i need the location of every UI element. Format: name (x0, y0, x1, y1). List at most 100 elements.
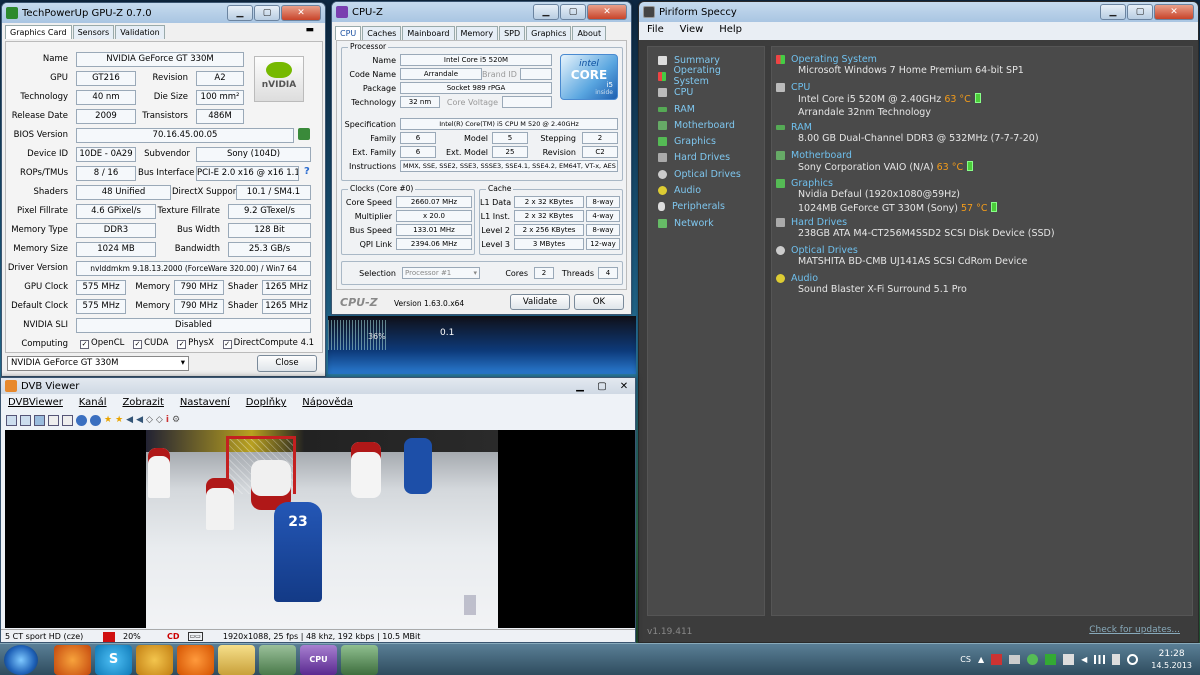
tray-volume-icon[interactable]: ◀ (1081, 655, 1087, 664)
back-icon[interactable] (76, 414, 87, 426)
favorite-add-icon[interactable]: ★ (115, 415, 123, 425)
menu-dvbviewer[interactable]: DVBViewer (8, 397, 63, 408)
physx-checkbox[interactable]: ✓ (177, 340, 187, 349)
opencl-checkbox[interactable]: ✓ (80, 340, 89, 349)
sidebar-item-network[interactable]: Network (658, 215, 754, 231)
tray-network-icon[interactable] (1094, 655, 1106, 664)
section-heading[interactable]: Audio (791, 273, 818, 284)
ok-button[interactable]: OK (574, 294, 624, 310)
minimize-button[interactable]: ▁ (1100, 4, 1126, 20)
sidebar-item-audio[interactable]: Audio (658, 182, 754, 198)
tray-shield-icon[interactable] (1063, 654, 1075, 665)
menu-zobrazit[interactable]: Zobrazit (122, 397, 164, 408)
section-heading[interactable]: Motherboard (791, 150, 852, 161)
menu-doplnky[interactable]: Doplňky (246, 397, 287, 408)
maximize-button[interactable]: ▢ (254, 5, 280, 21)
menu-help[interactable]: Help (719, 24, 742, 35)
sidebar-item-graphics[interactable]: Graphics (658, 133, 754, 149)
section-heading[interactable]: Operating System (791, 54, 877, 65)
gpuz-titlebar[interactable]: TechPowerUp GPU-Z 0.7.0 ▁ ▢ ✕ (2, 3, 325, 23)
record-icon[interactable]: ◇ (146, 415, 153, 425)
close-window-button[interactable]: Close (257, 355, 317, 372)
cuda-checkbox[interactable]: ✓ (133, 340, 143, 349)
speccy-titlebar[interactable]: Piriform Speccy ▁ ▢ ✕ (639, 2, 1198, 22)
settings-icon[interactable]: ⚙ (172, 415, 180, 425)
tray-mail-icon[interactable] (1009, 655, 1021, 664)
snapshot-icon[interactable]: ◇ (156, 415, 163, 425)
sidebar-item-motherboard[interactable]: Motherboard (658, 117, 754, 133)
tray-up-arrow-icon[interactable]: ▲ (978, 655, 984, 664)
taskbar-gpuz-icon[interactable] (259, 644, 296, 675)
info-icon[interactable]: i (166, 415, 169, 425)
language-indicator[interactable]: CS (960, 655, 971, 664)
maximize-button[interactable]: ▢ (1127, 4, 1153, 20)
sidebar-item-peripherals[interactable]: Peripherals (658, 199, 754, 215)
tab-sensors[interactable]: Sensors (72, 25, 115, 39)
tab-cpu[interactable]: CPU (335, 26, 362, 40)
section-heading[interactable]: Hard Drives (791, 217, 847, 228)
section-heading[interactable]: Optical Drives (791, 245, 858, 256)
sidebar-item-os[interactable]: Operating System (658, 65, 754, 87)
section-heading[interactable]: CPU (791, 82, 810, 93)
tab-graphics[interactable]: Graphics (526, 26, 572, 40)
tab-validation[interactable]: Validation (115, 25, 165, 39)
card-select[interactable]: NVIDIA GeForce GT 330M ▾ (7, 356, 189, 371)
camera-icon[interactable]: ▬ (305, 25, 314, 39)
epg-icon[interactable] (62, 414, 73, 426)
tab-mainboard[interactable]: Mainboard (402, 26, 455, 40)
taskbar-messenger-icon[interactable] (136, 644, 173, 675)
clock[interactable]: 21:28 14.5.2013 (1151, 649, 1192, 671)
volume-down-icon[interactable]: ◀ (126, 415, 133, 425)
desktop-icon[interactable] (34, 414, 45, 426)
dvb-titlebar[interactable]: DVB Viewer ▁ ▢ ✕ (1, 378, 635, 394)
cpuz-titlebar[interactable]: CPU-Z ▁ ▢ ✕ (332, 2, 631, 22)
taskbar-skype-icon[interactable]: S (95, 644, 132, 675)
window-icon[interactable] (20, 414, 31, 426)
tray-app-icon[interactable] (991, 654, 1003, 665)
validate-button[interactable]: Validate (510, 294, 570, 310)
minimize-button[interactable]: ▁ (227, 5, 253, 21)
maximize-button[interactable]: ▢ (560, 4, 586, 20)
help-icon[interactable]: ? (304, 166, 310, 177)
processor-select[interactable]: Processor #1 ▾ (402, 267, 480, 279)
directcompute-checkbox[interactable]: ✓ (222, 340, 232, 349)
tab-memory[interactable]: Memory (455, 26, 499, 40)
tab-spd[interactable]: SPD (499, 26, 526, 40)
minimize-button[interactable]: ▁ (569, 381, 591, 392)
sidebar-item-ram[interactable]: RAM (658, 101, 754, 117)
menu-view[interactable]: View (680, 24, 704, 35)
taskbar-explorer-icon[interactable] (218, 644, 255, 675)
tray-green-icon[interactable] (1027, 654, 1039, 665)
check-updates-link[interactable]: Check for updates... (1089, 625, 1180, 635)
sidebar-item-harddrives[interactable]: Hard Drives (658, 150, 754, 166)
video-area[interactable]: 23 (5, 430, 635, 628)
close-button[interactable]: ✕ (281, 5, 321, 21)
maximize-button[interactable]: ▢ (591, 381, 613, 392)
close-button[interactable]: ✕ (613, 381, 635, 392)
fullscreen-icon[interactable] (6, 414, 17, 426)
sidebar-item-opticaldrives[interactable]: Optical Drives (658, 166, 754, 182)
menu-nastaveni[interactable]: Nastavení (180, 397, 230, 408)
menu-file[interactable]: File (647, 24, 664, 35)
taskbar-cpuz-icon[interactable]: CPU (300, 644, 337, 675)
start-button[interactable] (4, 644, 38, 675)
close-button[interactable]: ✕ (1154, 4, 1194, 20)
tray-update-icon[interactable] (1127, 654, 1139, 665)
minimize-button[interactable]: ▁ (533, 4, 559, 20)
taskbar-rss-icon[interactable] (177, 644, 214, 675)
osd-icon[interactable] (48, 414, 59, 426)
bios-save-icon[interactable] (298, 128, 310, 140)
taskbar-speccy-icon[interactable] (341, 644, 378, 675)
section-heading[interactable]: RAM (791, 122, 812, 133)
tray-check-icon[interactable] (1045, 654, 1057, 665)
taskbar-firefox-icon[interactable] (54, 644, 91, 675)
favorite-icon[interactable]: ★ (104, 415, 112, 425)
tab-graphics-card[interactable]: Graphics Card (5, 25, 72, 39)
menu-napoveda[interactable]: Nápověda (302, 397, 353, 408)
tab-caches[interactable]: Caches (362, 26, 402, 40)
tray-power-icon[interactable] (1112, 654, 1121, 665)
forward-icon[interactable] (90, 414, 101, 426)
menu-kanal[interactable]: Kanál (79, 397, 107, 408)
volume-up-icon[interactable]: ◀ (136, 415, 143, 425)
close-button[interactable]: ✕ (587, 4, 627, 20)
